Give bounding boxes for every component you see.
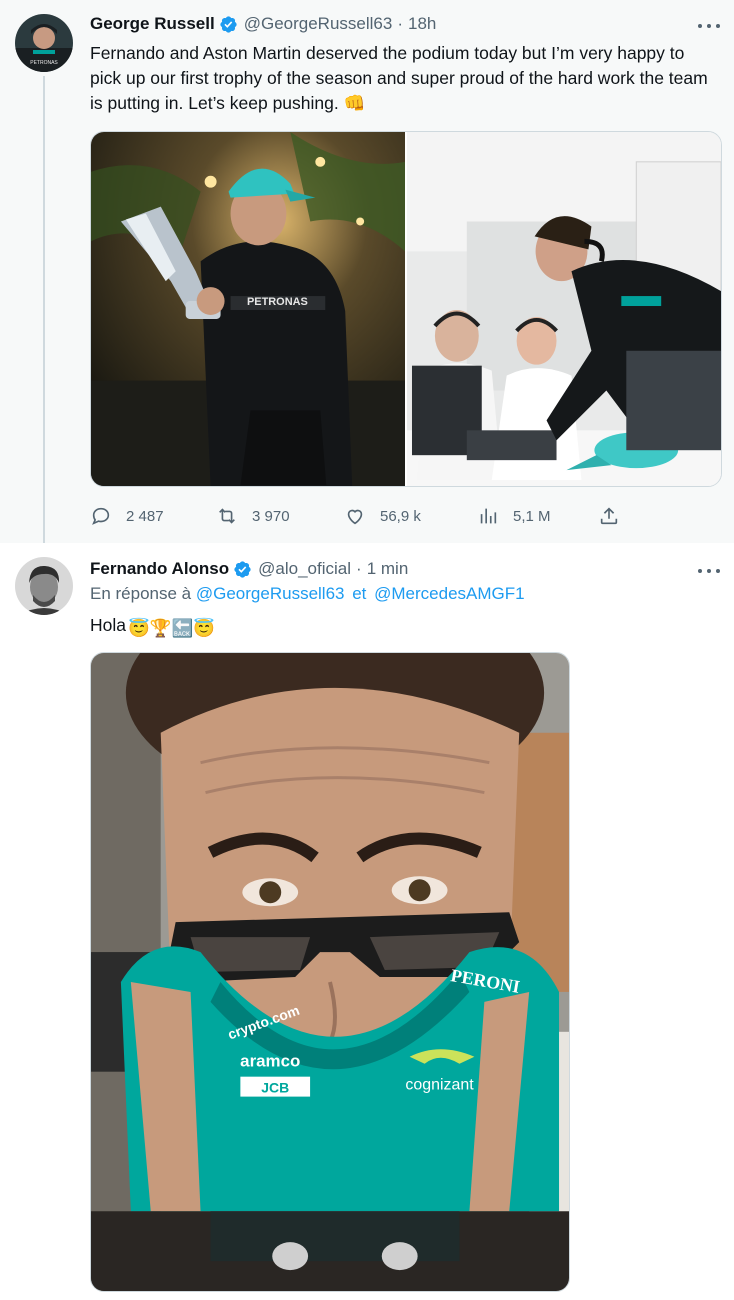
reply-prefix: En réponse à — [90, 584, 192, 603]
views-button[interactable]: 5,1 M — [477, 503, 551, 529]
svg-text:cognizant: cognizant — [405, 1077, 474, 1094]
tweet-text-word: Hola — [90, 615, 126, 635]
thread-connector-line — [43, 76, 45, 548]
share-button[interactable] — [598, 503, 634, 529]
tweet-text: Fernando and Aston Martin deserved the p… — [90, 43, 708, 113]
heart-icon — [347, 509, 363, 525]
separator-dot: · — [356, 559, 362, 578]
author-name[interactable]: Fernando Alonso — [90, 559, 229, 579]
like-count: 56,9 k — [380, 507, 421, 525]
reply-joiner: et — [352, 584, 367, 603]
retweet-count: 3 970 — [252, 507, 290, 525]
tweet-media-grid[interactable]: PETRONAS — [90, 131, 722, 487]
verified-badge-icon — [234, 560, 251, 578]
svg-text:aramco: aramco — [240, 1052, 300, 1071]
svg-text:PETRONAS: PETRONAS — [30, 60, 58, 66]
tweet-header-reply: Fernando Alonso @alo_oficial · 1 min — [90, 559, 408, 579]
retweet-icon — [219, 508, 235, 524]
reply-context: En réponse à @GeorgeRussell63 et @Merced… — [90, 584, 525, 604]
reply-button[interactable]: 2 487 — [90, 503, 164, 529]
tweet-header: George Russell @GeorgeRussell63 · 18h — [90, 14, 436, 34]
author-name[interactable]: George Russell — [90, 14, 215, 34]
reply-user-link-1[interactable]: @GeorgeRussell63 — [196, 584, 345, 603]
photo-garage-icon[interactable] — [407, 132, 721, 486]
svg-text:PETRONAS: PETRONAS — [247, 296, 308, 308]
author-handle[interactable]: @GeorgeRussell63 — [244, 14, 393, 34]
reply-user-link-2[interactable]: @MercedesAMGF1 — [374, 584, 524, 603]
views-chart-icon — [480, 508, 497, 524]
verified-badge-icon — [220, 15, 237, 33]
reply-count: 2 487 — [126, 507, 164, 525]
photo-trophy-icon[interactable]: PETRONAS — [91, 132, 405, 486]
separator-dot: · — [397, 14, 403, 33]
tweet-text: Hola 😇🏆🔙😇 — [90, 613, 710, 641]
svg-text:JCB: JCB — [261, 1080, 289, 1096]
emoji-sequence: 😇🏆🔙😇 — [128, 618, 216, 638]
timestamp[interactable]: 1 min — [367, 559, 409, 579]
view-count: 5,1 M — [513, 507, 551, 525]
retweet-button[interactable]: 3 970 — [216, 503, 290, 529]
share-icon — [600, 507, 618, 525]
more-options-icon[interactable] — [698, 22, 720, 30]
reply-icon — [92, 507, 110, 525]
more-options-icon[interactable] — [698, 567, 720, 575]
tweet-george-russell[interactable]: PETRONAS George Russell @GeorgeRussell63… — [0, 0, 734, 548]
timestamp[interactable]: 18h — [408, 14, 436, 34]
avatar-fernando-alonso[interactable] — [15, 557, 73, 615]
like-button[interactable]: 56,9 k — [344, 503, 421, 529]
tweet-actions-bar: 2 487 3 970 56,9 k 5,1 M — [90, 503, 630, 529]
photo-selfie-icon[interactable]: crypto.com PERONI aramco JCB cognizant — [90, 652, 570, 1292]
avatar-george-russell[interactable]: PETRONAS — [15, 14, 73, 72]
author-handle[interactable]: @alo_oficial — [258, 559, 351, 579]
